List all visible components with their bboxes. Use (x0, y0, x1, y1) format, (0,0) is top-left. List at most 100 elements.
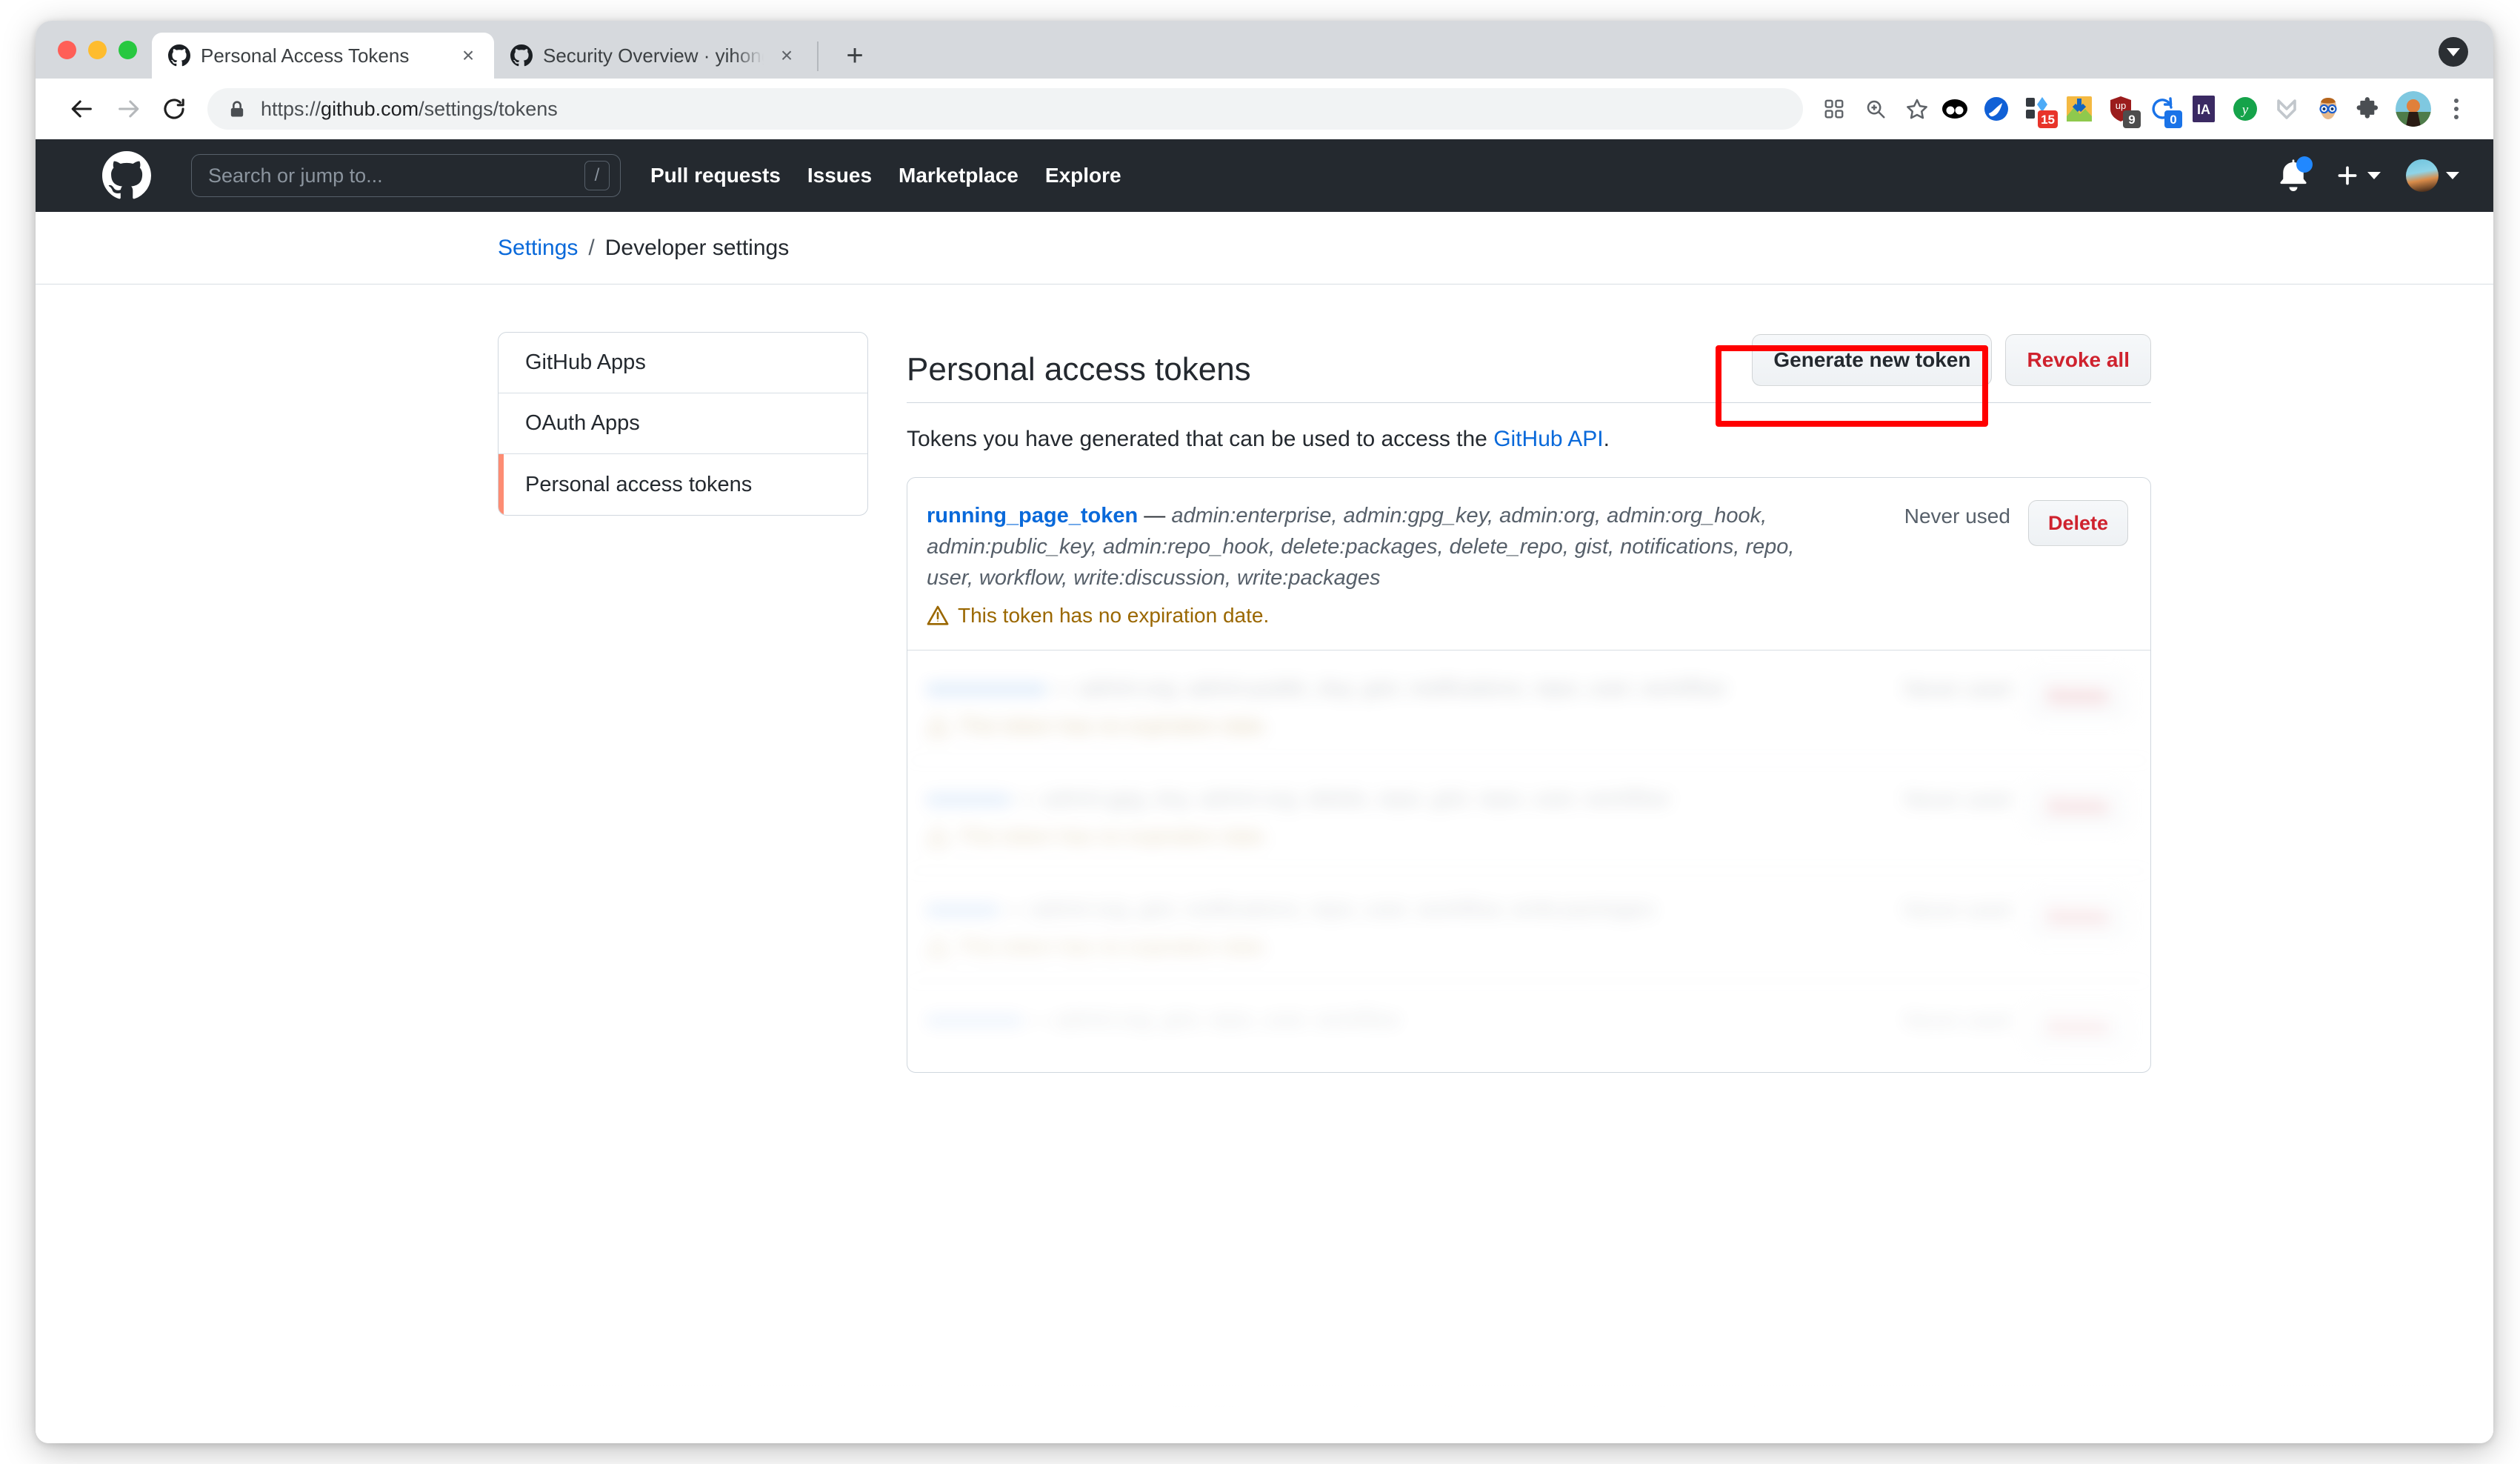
browser-menu-button[interactable] (2439, 88, 2474, 130)
breadcrumb: Settings / Developer settings (36, 212, 2493, 285)
token-warning-text: This token has no expiration date. (958, 825, 1270, 848)
mail-extension-icon[interactable] (2271, 93, 2302, 124)
github-mark-icon[interactable] (102, 151, 151, 200)
token-last-used: Never used (1904, 898, 2010, 922)
back-button[interactable] (59, 86, 105, 132)
token-summary: xxxxxxxxxx — admin:org, admin:public_key… (927, 676, 1725, 701)
dark-reader-extension-icon[interactable] (1939, 93, 1970, 124)
browser-profile-avatar[interactable] (2396, 91, 2431, 127)
search-input[interactable]: Search or jump to... / (191, 154, 621, 197)
url-text: https://github.com/settings/tokens (261, 97, 558, 120)
svg-text:up: up (2116, 100, 2126, 111)
grammar-extension-icon[interactable]: y (2230, 93, 2261, 124)
reload-icon (164, 99, 184, 119)
new-tab-button[interactable]: + (833, 34, 876, 77)
generate-new-token-button[interactable]: Generate new token (1752, 334, 1993, 386)
token-dash: — (1138, 504, 1172, 528)
tab-search-button[interactable] (2439, 37, 2468, 67)
nav-issues[interactable]: Issues (807, 164, 872, 187)
delete-token-button[interactable]: Delete (2027, 1004, 2128, 1051)
lock-icon (230, 101, 244, 117)
tokens-description-suffix: . (1603, 427, 1610, 451)
token-expiration-warning: This token has no expiration date. (927, 604, 1822, 628)
blue-circle-extension-icon[interactable] (1981, 93, 2012, 124)
delete-token-button[interactable]: Delete (2027, 673, 2128, 719)
page-header: Personal access tokens Generate new toke… (907, 332, 2151, 403)
token-name-link[interactable]: xxxxxxxxxx (927, 676, 1046, 700)
browser-tab-inactive[interactable]: Security Overview · yihong061 × (494, 33, 813, 79)
token-summary: running_page_token — admin:enterprise, a… (927, 500, 1822, 593)
notification-unread-dot (2296, 156, 2313, 173)
create-new-button[interactable] (2335, 163, 2381, 188)
browser-tab-active[interactable]: Personal Access Tokens × (152, 33, 494, 79)
desktop-background: Personal Access Tokens × Security Overvi… (0, 0, 2520, 1464)
github-icon (510, 44, 533, 67)
token-name-link[interactable]: xxxxxxx (927, 787, 1010, 811)
table-row: xxxxxx — admin:org, gist, notifications,… (907, 871, 2150, 982)
token-summary: xxxxxxxx — admin:org, gist, repo, user, … (927, 1008, 1400, 1032)
token-details: running_page_token — admin:enterprise, a… (927, 500, 1822, 628)
github-primary-nav: Pull requests Issues Marketplace Explore (650, 164, 1121, 187)
address-bar[interactable]: https://github.com/settings/tokens (207, 88, 1803, 130)
token-scopes: admin:org, admin:public_key, gist, notif… (1079, 676, 1725, 701)
token-name-link[interactable]: running_page_token (927, 504, 1138, 528)
token-name-link[interactable]: xxxxxxxx (927, 1008, 1022, 1031)
zoom-in-icon[interactable] (1858, 91, 1893, 127)
delete-token-button[interactable]: Delete (2027, 894, 2128, 940)
table-row: xxxxxxx — admin:gpg_key, admin:org, dele… (907, 761, 2150, 872)
close-tab-button[interactable]: × (456, 43, 481, 68)
ia-extension-icon[interactable]: IA (2188, 93, 2219, 124)
main-column: Personal access tokens Generate new toke… (907, 332, 2151, 1074)
user-menu-button[interactable] (2406, 159, 2459, 192)
token-details: xxxxxxx — admin:gpg_key, admin:org, dele… (927, 783, 1822, 848)
sidebar-item-oauth-apps[interactable]: OAuth Apps (499, 393, 867, 454)
token-actions: Delete (2027, 500, 2128, 546)
tokens-description-prefix: Tokens you have generated that can be us… (907, 427, 1494, 451)
nav-marketplace[interactable]: Marketplace (899, 164, 1019, 187)
token-summary: xxxxxxx — admin:gpg_key, admin:org, dele… (927, 787, 1670, 811)
maximize-window-button[interactable] (119, 40, 137, 59)
puzzle-extensions-icon[interactable] (2354, 93, 2385, 124)
sync-extension-icon[interactable]: 0 (2147, 93, 2182, 128)
sidebar-item-personal-access-tokens[interactable]: Personal access tokens (499, 454, 867, 515)
token-actions: Delete (2027, 673, 2128, 719)
token-last-used: Never used (1904, 1008, 2010, 1032)
svg-text:IA: IA (2197, 102, 2210, 117)
download-extension-icon[interactable] (2064, 93, 2095, 124)
close-tab-button[interactable]: × (774, 43, 799, 68)
warning-triangle-icon (927, 825, 949, 846)
chevron-down-icon (2367, 172, 2381, 179)
extension-badge: 0 (2164, 110, 2182, 128)
revoke-all-button[interactable]: Revoke all (2005, 334, 2151, 386)
nav-pull-requests[interactable]: Pull requests (650, 164, 781, 187)
breadcrumb-settings-link[interactable]: Settings (498, 236, 578, 261)
delete-token-button[interactable]: Delete (2027, 783, 2128, 830)
window-traffic-lights (36, 21, 152, 79)
svg-text:y: y (2241, 102, 2249, 118)
extension-badge: 15 (2038, 110, 2058, 128)
notifications-button[interactable] (2277, 156, 2313, 193)
token-expiration-warning: This token has no expiration date. (927, 825, 1822, 848)
nav-explore[interactable]: Explore (1045, 164, 1121, 187)
bookmark-star-icon[interactable] (1899, 91, 1935, 127)
reload-button[interactable] (151, 86, 197, 132)
breadcrumb-separator: / (588, 235, 595, 260)
extension-badge: 9 (2123, 110, 2141, 128)
qr-code-icon[interactable] (1816, 91, 1852, 127)
close-window-button[interactable] (58, 40, 76, 59)
clipboard-extension-icon[interactable]: 15 (2022, 93, 2058, 128)
token-name-link[interactable]: xxxxxx (927, 897, 999, 921)
github-api-link[interactable]: GitHub API (1493, 427, 1603, 451)
table-row: xxxxxxxxxx — admin:org, admin:public_key… (907, 651, 2150, 762)
shield-extension-icon[interactable]: up 9 (2105, 93, 2141, 128)
breadcrumb-current: Developer settings (604, 235, 790, 260)
glasses-extension-icon[interactable] (2313, 93, 2344, 124)
page-content: GitHub Apps OAuth Apps Personal access t… (36, 285, 2493, 1074)
page-title: Personal access tokens (907, 351, 1251, 387)
page-header-actions: Generate new token Revoke all (1752, 334, 2151, 386)
github-header-actions (2277, 156, 2459, 193)
delete-token-button[interactable]: Delete (2027, 500, 2128, 546)
minimize-window-button[interactable] (88, 40, 107, 59)
forward-button[interactable] (105, 86, 151, 132)
sidebar-item-github-apps[interactable]: GitHub Apps (499, 333, 867, 393)
